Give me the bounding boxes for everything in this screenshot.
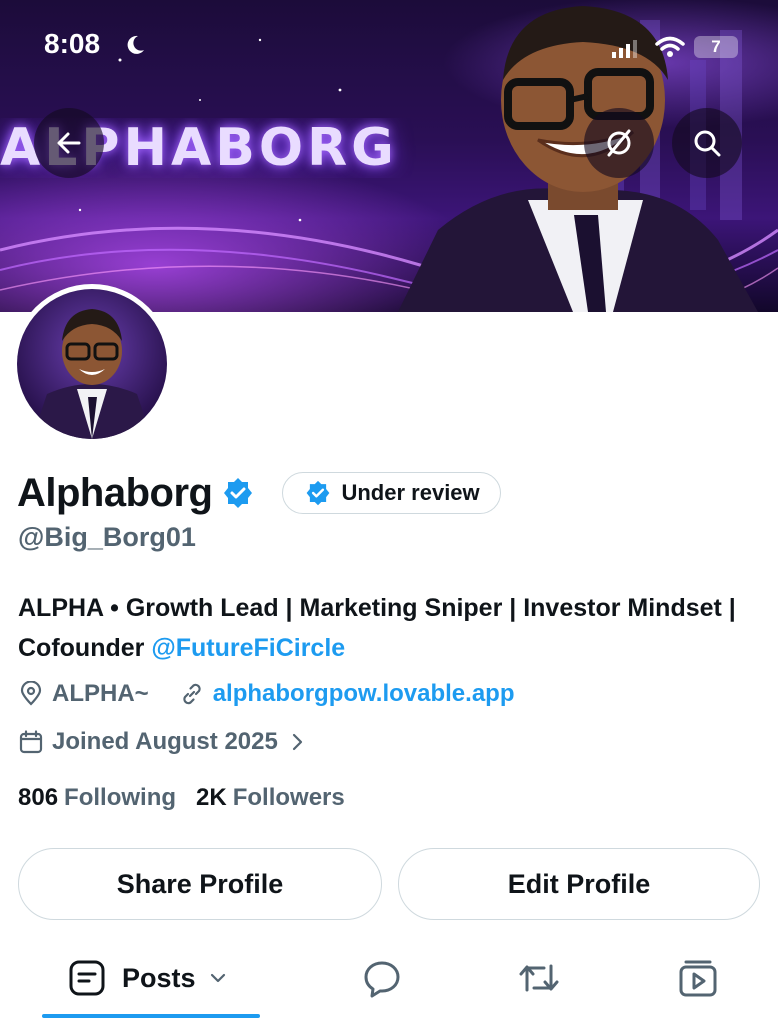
share-profile-button[interactable]: Share Profile xyxy=(18,848,382,920)
under-review-label: Under review xyxy=(341,480,480,505)
profile-tabs: Posts xyxy=(0,944,778,1024)
profile-location: ALPHA~ xyxy=(52,680,149,707)
repost-icon xyxy=(519,964,559,992)
tab-posts-label: Posts xyxy=(122,962,196,993)
active-tab-indicator xyxy=(42,1014,260,1018)
tab-replies[interactable] xyxy=(362,954,402,1002)
profile-meta-row: ALPHA~ alphaborgpow.lovable.app xyxy=(18,680,515,708)
cellular-signal-icon xyxy=(612,40,637,58)
chevron-right-icon xyxy=(292,733,302,751)
name-row: Alphaborg Under review xyxy=(17,466,501,520)
followers-label: Followers xyxy=(232,784,345,811)
back-button[interactable] xyxy=(34,108,104,178)
verified-check-icon xyxy=(307,480,330,506)
followers-count: 2K xyxy=(196,784,227,811)
verified-badge-icon[interactable] xyxy=(222,477,254,509)
profile-banner[interactable]: ALPHABORG 8:08 7 xyxy=(0,0,778,312)
arrow-left-icon xyxy=(57,132,81,154)
battery-indicator: 7 xyxy=(694,36,738,58)
avatar-portrait xyxy=(32,309,152,439)
reply-icon xyxy=(364,961,400,998)
wifi-icon xyxy=(655,36,685,57)
bio-text: ALPHA • Growth Lead | Marketing Sniper |… xyxy=(18,594,736,662)
joined-date: Joined August 2025 xyxy=(52,728,278,755)
joined-row[interactable]: Joined August 2025 xyxy=(18,728,316,756)
search-icon xyxy=(694,130,721,157)
status-bar: 8:08 7 xyxy=(0,0,778,92)
avatar-image xyxy=(17,289,167,439)
profile-bio: ALPHA • Growth Lead | Marketing Sniper |… xyxy=(18,588,738,668)
posts-icon xyxy=(69,960,105,996)
bio-mention-link[interactable]: @FutureFiCircle xyxy=(151,634,345,662)
calendar-icon xyxy=(19,730,43,754)
slashed-circle-icon xyxy=(607,129,631,157)
profile-handle: @Big_Borg01 xyxy=(18,522,196,552)
location-pin-icon xyxy=(20,681,42,706)
following-label: Following xyxy=(64,784,177,811)
search-button[interactable] xyxy=(672,108,742,178)
tab-posts[interactable]: Posts xyxy=(68,954,228,1002)
follow-stats: 806 Following 2K Followers xyxy=(18,784,365,812)
tab-reposts[interactable] xyxy=(518,954,560,1002)
following-link[interactable]: 806 Following xyxy=(18,784,176,812)
status-time: 8:08 xyxy=(44,28,101,59)
display-name: Alphaborg xyxy=(17,470,213,515)
grok-button[interactable] xyxy=(584,108,654,178)
edit-profile-button[interactable]: Edit Profile xyxy=(398,848,760,920)
following-count: 806 xyxy=(18,784,59,811)
chevron-down-icon xyxy=(210,973,225,983)
profile-avatar[interactable] xyxy=(12,284,172,444)
link-icon xyxy=(183,683,201,705)
video-icon xyxy=(679,960,717,997)
under-review-badge[interactable]: Under review xyxy=(282,472,501,514)
tab-videos[interactable] xyxy=(678,954,718,1002)
moon-icon xyxy=(127,35,144,54)
profile-website-link[interactable]: alphaborgpow.lovable.app xyxy=(213,680,515,708)
followers-link[interactable]: 2K Followers xyxy=(196,784,345,812)
